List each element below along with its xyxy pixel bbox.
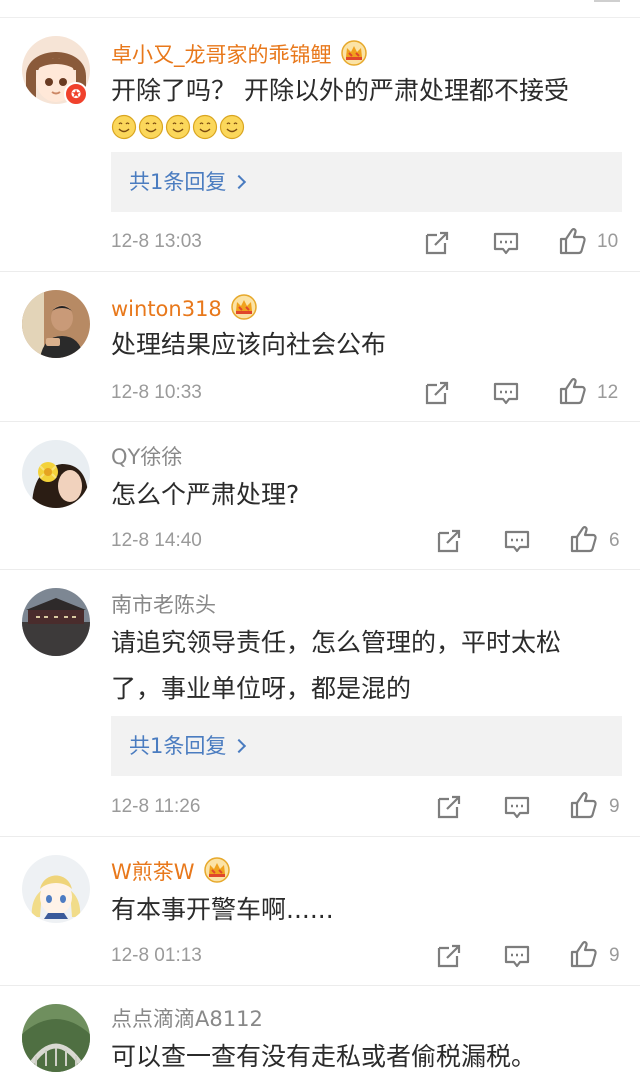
like-count: 10 (597, 231, 619, 252)
partial-icon (594, 0, 620, 2)
thumbs-up-icon[interactable] (569, 524, 599, 554)
comment-item: 南市老陈头 请追究领导责任，怎么管理的，平时太松 了，事业单位呀，都是混的 共1… (0, 570, 640, 837)
comment-author[interactable]: W煎茶W (111, 857, 231, 885)
avatar[interactable] (22, 290, 90, 358)
like-count: 12 (597, 382, 619, 403)
share-icon[interactable] (435, 942, 463, 970)
share-icon[interactable] (423, 229, 451, 257)
comment-text: 可以查一查有没有走私或者偷税漏税。 (111, 1042, 537, 1071)
comment-time: 12-8 10:33 (111, 382, 202, 403)
comment-icon[interactable] (492, 379, 520, 407)
share-icon[interactable] (435, 793, 463, 821)
comment-item: winton318 处理结果应该向社会公布 12-8 10:33 12 (0, 272, 640, 422)
avatar[interactable] (22, 440, 90, 508)
reply-summary-button[interactable]: 共1条回复 (111, 716, 622, 776)
avatar[interactable] (22, 1004, 90, 1072)
reply-summary-button[interactable]: 共1条回复 (111, 152, 622, 212)
comment-icon[interactable] (503, 527, 531, 555)
comment-text: 怎么个严肃处理? (111, 480, 300, 509)
comment-author[interactable]: winton318 (111, 294, 258, 322)
thumbs-up-icon[interactable] (569, 939, 599, 969)
like-count: 9 (609, 945, 620, 966)
comment-text: 处理结果应该向社会公布 (111, 330, 387, 359)
like-count: 9 (609, 796, 620, 817)
avatar[interactable] (22, 855, 90, 923)
smile-emoji-icon (192, 114, 218, 144)
smile-emoji-icon (138, 114, 164, 144)
top-divider (0, 0, 640, 18)
comment-time: 12-8 14:40 (111, 530, 202, 551)
comment-author[interactable]: QY徐徐 (111, 444, 182, 470)
chevron-right-icon (232, 738, 247, 754)
comment-item: QY徐徐 怎么个严肃处理? 12-8 14:40 6 (0, 422, 640, 570)
reply-count-label: 共1条回复 (129, 734, 227, 758)
comment-text-line: 了，事业单位呀，都是混的 (111, 674, 412, 703)
smile-emoji-icon (111, 114, 137, 144)
comment-item: W煎茶W 有本事开警车啊...... 12-8 01:13 9 (0, 837, 640, 986)
crown-icon (230, 294, 258, 320)
comment-author[interactable]: 点点滴滴A8112 (111, 1006, 263, 1032)
comment-time: 12-8 01:13 (111, 945, 202, 966)
smile-emoji-icon (219, 114, 245, 144)
comment-time: 12-8 11:26 (111, 796, 201, 817)
verified-badge-icon: ✪ (64, 82, 88, 106)
comment-text: 开除了吗？ 开除以外的严肃处理都不接受 (111, 76, 569, 105)
share-icon[interactable] (435, 527, 463, 555)
comment-text: 请追究领导责任，怎么管理的，平时太松 了，事业单位呀，都是混的 (111, 624, 616, 708)
thumbs-up-icon[interactable] (558, 376, 588, 406)
chevron-right-icon (232, 174, 247, 190)
comment-item: 点点滴滴A8112 可以查一查有没有走私或者偷税漏税。 (0, 986, 640, 1089)
thumbs-up-icon[interactable] (558, 226, 588, 256)
comment-icon[interactable] (492, 229, 520, 257)
comment-text-line: 请追究领导责任，怎么管理的，平时太松 (111, 628, 562, 657)
share-icon[interactable] (423, 379, 451, 407)
comment-item: ✪ 卓小又_龙哥家的乖锦鲤 开除了吗？ 开除以外的严肃处理都不接受 共1条回复 … (0, 18, 640, 272)
crown-icon (203, 857, 231, 883)
comment-icon[interactable] (503, 793, 531, 821)
thumbs-up-icon[interactable] (569, 790, 599, 820)
comment-text: 有本事开警车啊...... (111, 895, 334, 924)
comment-icon[interactable] (503, 942, 531, 970)
reply-count-label: 共1条回复 (129, 170, 227, 194)
comment-author[interactable]: 南市老陈头 (111, 592, 216, 618)
comment-author[interactable]: 卓小又_龙哥家的乖锦鲤 (111, 40, 368, 68)
crown-icon (340, 40, 368, 66)
like-count: 6 (609, 530, 620, 551)
emoji-row (111, 114, 246, 144)
avatar[interactable] (22, 588, 90, 656)
smile-emoji-icon (165, 114, 191, 144)
comment-time: 12-8 13:03 (111, 231, 202, 252)
